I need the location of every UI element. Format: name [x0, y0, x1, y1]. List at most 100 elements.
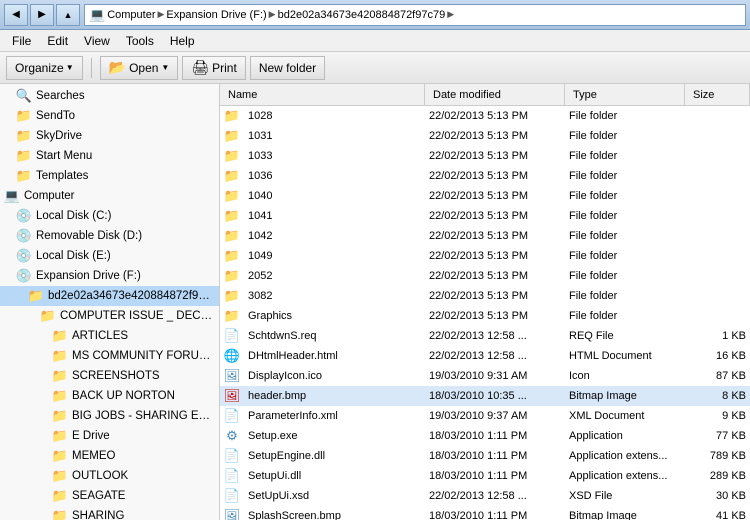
table-row[interactable]: 📁102822/02/2013 5:13 PMFile folder: [220, 106, 750, 126]
addr-computer[interactable]: 💻 Computer: [89, 7, 155, 23]
file-type-6: File folder: [565, 226, 685, 246]
table-row[interactable]: 📄SetupEngine.dll18/03/2010 1:11 PMApplic…: [220, 446, 750, 466]
sidebar-item-outlook[interactable]: 📁OUTLOOK: [0, 466, 219, 486]
sidebar-item-articles[interactable]: 📁ARTICLES: [0, 326, 219, 346]
col-header-type[interactable]: Type: [565, 84, 685, 105]
toolbar-sep-1: [91, 58, 92, 78]
sidebar-item-seagate[interactable]: 📁SEAGATE: [0, 486, 219, 506]
skydrive-icon: 📁: [16, 128, 32, 144]
table-row[interactable]: 📁104922/02/2013 5:13 PMFile folder: [220, 246, 750, 266]
table-row[interactable]: 🖼SplashScreen.bmp18/03/2010 1:11 PMBitma…: [220, 506, 750, 520]
sidebar-item-backup-norton[interactable]: 📁BACK UP NORTON: [0, 386, 219, 406]
file-size-15: 9 KB: [685, 406, 750, 426]
sidebar-label-screenshots: SCREENSHOTS: [72, 370, 160, 382]
table-row[interactable]: 📄SchtdwnS.req22/02/2013 12:58 ...REQ Fil…: [220, 326, 750, 346]
sidebar-item-skydrive[interactable]: 📁SkyDrive: [0, 126, 219, 146]
table-row[interactable]: 📁205222/02/2013 5:13 PMFile folder: [220, 266, 750, 286]
up-button[interactable]: ▲: [56, 4, 80, 26]
table-row[interactable]: 📁103622/02/2013 5:13 PMFile folder: [220, 166, 750, 186]
col-header-name[interactable]: Name: [220, 84, 425, 105]
sidebar-item-localdisk-c[interactable]: 💿Local Disk (C:): [0, 206, 219, 226]
menu-help[interactable]: Help: [162, 32, 203, 50]
file-date-7: 22/02/2013 5:13 PM: [425, 246, 565, 266]
table-row[interactable]: 🖼DisplayIcon.ico19/03/2010 9:31 AMIcon87…: [220, 366, 750, 386]
expansion-f-icon: 💿: [16, 268, 32, 284]
sidebar-item-bd2e[interactable]: 📁bd2e02a34673e420884872f97c79: [0, 286, 219, 306]
table-row[interactable]: 📄ParameterInfo.xml19/03/2010 9:37 AMXML …: [220, 406, 750, 426]
screenshots-icon: 📁: [52, 368, 68, 384]
dll-icon: 📄: [224, 468, 240, 484]
addr-folder[interactable]: bd2e02a34673e420884872f97c79: [278, 9, 446, 21]
file-size-19: 30 KB: [685, 486, 750, 506]
sidebar-item-expansion-f[interactable]: 💿Expansion Drive (F:): [0, 266, 219, 286]
memeo-icon: 📁: [52, 448, 68, 464]
back-button[interactable]: ◀: [4, 4, 28, 26]
file-list[interactable]: 📁102822/02/2013 5:13 PMFile folder📁10312…: [220, 106, 750, 520]
xml-icon: 📄: [224, 408, 240, 424]
table-row[interactable]: 🖼header.bmp18/03/2010 10:35 ...Bitmap Im…: [220, 386, 750, 406]
sidebar-item-removable-d[interactable]: 💿Removable Disk (D:): [0, 226, 219, 246]
addr-expansion[interactable]: Expansion Drive (F:): [166, 9, 266, 21]
templates-icon: 📁: [16, 168, 32, 184]
table-row[interactable]: 🌐DHtmlHeader.html22/02/2013 12:58 ...HTM…: [220, 346, 750, 366]
sidebar-item-edrive[interactable]: 📁E Drive: [0, 426, 219, 446]
file-date-6: 22/02/2013 5:13 PM: [425, 226, 565, 246]
table-row[interactable]: 📁104222/02/2013 5:13 PMFile folder: [220, 226, 750, 246]
table-row[interactable]: 📁104022/02/2013 5:13 PMFile folder: [220, 186, 750, 206]
table-row[interactable]: 📄SetupUi.dll18/03/2010 1:11 PMApplicatio…: [220, 466, 750, 486]
file-date-0: 22/02/2013 5:13 PM: [425, 106, 565, 126]
table-row[interactable]: ⚙Setup.exe18/03/2010 1:11 PMApplication7…: [220, 426, 750, 446]
file-date-11: 22/02/2013 12:58 ...: [425, 326, 565, 346]
nav-buttons: ◀ ▶ ▲: [4, 4, 80, 26]
sidebar-item-ms-community[interactable]: 📁MS COMMUNITY FORUMS QUESTIONS: [0, 346, 219, 366]
computer-icon: 💻: [4, 188, 20, 204]
main-layout: 🔍Searches📁SendTo📁SkyDrive📁Start Menu📁Tem…: [0, 84, 750, 520]
menu-view[interactable]: View: [76, 32, 118, 50]
table-row[interactable]: 📁103322/02/2013 5:13 PMFile folder: [220, 146, 750, 166]
file-name-3: 📁1036: [220, 166, 425, 186]
searches-icon: 🔍: [16, 88, 32, 104]
col-header-size[interactable]: Size: [685, 84, 750, 105]
file-name-2: 📁1033: [220, 146, 425, 166]
localdisk-c-icon: 💿: [16, 208, 32, 224]
sidebar-item-templates[interactable]: 📁Templates: [0, 166, 219, 186]
sidebar-item-searches[interactable]: 🔍Searches: [0, 86, 219, 106]
organize-button[interactable]: Organize ▼: [6, 56, 83, 80]
col-header-date[interactable]: Date modified: [425, 84, 565, 105]
sidebar-item-computer-issue[interactable]: 📁COMPUTER ISSUE _ DEC 2012: [0, 306, 219, 326]
menu-edit[interactable]: Edit: [39, 32, 76, 50]
outlook-icon: 📁: [52, 468, 68, 484]
new-folder-button[interactable]: New folder: [250, 56, 325, 80]
sidebar-item-screenshots[interactable]: 📁 SCREENSHOTS: [0, 366, 219, 386]
print-button[interactable]: 🖨 Print: [182, 56, 245, 80]
sidebar-label-bigjobs: BIG JOBS - SHARING EXAMPLE - SKYDR: [72, 410, 215, 422]
table-row[interactable]: 📄SetUpUi.xsd22/02/2013 12:58 ...XSD File…: [220, 486, 750, 506]
bmp-icon: 🖼: [224, 508, 240, 520]
open-button[interactable]: 📂 Open ▼: [100, 56, 179, 80]
file-size-14: 8 KB: [685, 386, 750, 406]
menu-tools[interactable]: Tools: [118, 32, 162, 50]
dll-icon: 📄: [224, 448, 240, 464]
table-row[interactable]: 📁308222/02/2013 5:13 PMFile folder: [220, 286, 750, 306]
sidebar-item-memeo[interactable]: 📁MEMEO: [0, 446, 219, 466]
folder-icon: 📁: [224, 108, 240, 124]
exe-icon: ⚙: [224, 428, 240, 444]
file-date-4: 22/02/2013 5:13 PM: [425, 186, 565, 206]
file-name-20: 🖼SplashScreen.bmp: [220, 506, 425, 520]
address-bar[interactable]: 💻 Computer ▶ Expansion Drive (F:) ▶ bd2e…: [84, 4, 746, 26]
table-row[interactable]: 📁Graphics22/02/2013 5:13 PMFile folder: [220, 306, 750, 326]
sidebar-item-sendto[interactable]: 📁SendTo: [0, 106, 219, 126]
forward-button[interactable]: ▶: [30, 4, 54, 26]
table-row[interactable]: 📁104122/02/2013 5:13 PMFile folder: [220, 206, 750, 226]
menu-file[interactable]: File: [4, 32, 39, 50]
file-name-1: 📁1031: [220, 126, 425, 146]
sidebar-item-sharing[interactable]: 📁SHARING: [0, 506, 219, 520]
file-name-19: 📄SetUpUi.xsd: [220, 486, 425, 506]
sidebar-item-startmenu[interactable]: 📁Start Menu: [0, 146, 219, 166]
sidebar-item-computer[interactable]: 💻Computer: [0, 186, 219, 206]
folder-icon: 📁: [224, 268, 240, 284]
file-date-9: 22/02/2013 5:13 PM: [425, 286, 565, 306]
sidebar-item-bigjobs[interactable]: 📁BIG JOBS - SHARING EXAMPLE - SKYDR: [0, 406, 219, 426]
sidebar-item-localdisk-e[interactable]: 💿Local Disk (E:): [0, 246, 219, 266]
table-row[interactable]: 📁103122/02/2013 5:13 PMFile folder: [220, 126, 750, 146]
